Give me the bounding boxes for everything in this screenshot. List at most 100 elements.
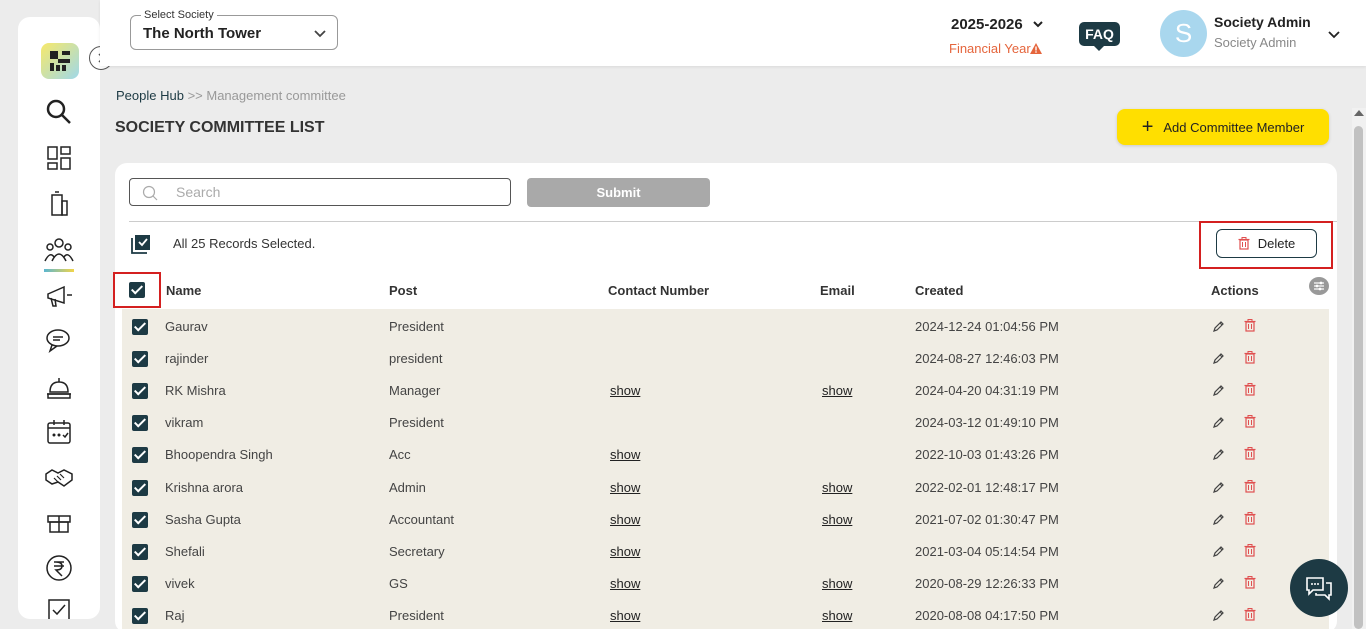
faq-button[interactable]: FAQ [1079, 22, 1120, 46]
chevron-down-icon[interactable] [1032, 18, 1044, 30]
chevron-down-icon [314, 30, 326, 38]
society-select[interactable]: Select Society The North Tower [130, 9, 338, 50]
search-icon [142, 185, 158, 201]
row-checkbox[interactable] [132, 576, 148, 592]
society-select-label: Select Society [141, 9, 217, 21]
rupee-icon[interactable] [42, 551, 76, 585]
search-icon[interactable] [42, 95, 76, 129]
financial-year-select[interactable]: 2025-2026 [951, 16, 1023, 33]
show-contact-link[interactable]: show [610, 576, 640, 591]
column-header-post[interactable]: Post [389, 283, 417, 298]
chat-support-button[interactable] [1290, 559, 1348, 617]
trash-icon[interactable] [1244, 544, 1256, 557]
show-contact-link[interactable]: show [610, 512, 640, 527]
show-contact-link[interactable]: show [610, 447, 640, 462]
trash-icon[interactable] [1244, 319, 1256, 332]
edit-pencil-icon[interactable] [1212, 513, 1225, 526]
chevron-down-icon[interactable] [1327, 27, 1341, 41]
search-field[interactable] [129, 178, 511, 206]
reception-bell-icon[interactable] [42, 370, 76, 404]
breadcrumb-root-link[interactable]: People Hub [116, 88, 184, 103]
row-checkbox[interactable] [132, 383, 148, 399]
add-committee-member-label: Add Committee Member [1163, 119, 1305, 135]
show-contact-link[interactable]: show [610, 383, 640, 398]
show-contact-link[interactable]: show [610, 544, 640, 559]
cell-created: 2020-08-08 04:17:50 PM [915, 608, 1059, 623]
row-checkbox[interactable] [132, 512, 148, 528]
building-icon[interactable] [42, 187, 76, 221]
cell-post: Admin [389, 480, 426, 495]
trash-icon[interactable] [1244, 480, 1256, 493]
cell-post: President [389, 608, 444, 623]
trash-icon[interactable] [1244, 576, 1256, 589]
row-checkbox[interactable] [132, 608, 148, 624]
chat-bubbles-icon[interactable] [42, 324, 76, 358]
cell-name: Sasha Gupta [165, 512, 241, 527]
show-email-link[interactable]: show [822, 608, 852, 623]
cell-post: president [389, 351, 443, 366]
divider [129, 221, 1337, 222]
row-checkbox[interactable] [132, 447, 148, 463]
sidebar [18, 17, 100, 619]
warning-icon [1030, 43, 1042, 54]
show-email-link[interactable]: show [822, 480, 852, 495]
row-checkbox[interactable] [132, 415, 148, 431]
add-committee-member-button[interactable]: + Add Committee Member [1117, 109, 1329, 145]
cell-created: 2020-08-29 12:26:33 PM [915, 576, 1059, 591]
megaphone-icon[interactable] [42, 279, 76, 313]
edit-pencil-icon[interactable] [1212, 545, 1225, 558]
row-checkbox[interactable] [132, 351, 148, 367]
show-email-link[interactable]: show [822, 576, 852, 591]
cell-post: GS [389, 576, 408, 591]
delete-button[interactable]: Delete [1216, 229, 1317, 258]
user-name[interactable]: Society Admin [1214, 14, 1311, 30]
show-contact-link[interactable]: show [610, 608, 640, 623]
edit-pencil-icon[interactable] [1212, 416, 1225, 429]
column-header-email[interactable]: Email [820, 283, 855, 298]
people-icon[interactable] [42, 233, 76, 267]
column-header-name[interactable]: Name [166, 283, 201, 298]
row-checkbox[interactable] [132, 480, 148, 496]
calendar-icon[interactable] [42, 415, 76, 449]
edit-pencil-icon[interactable] [1212, 481, 1225, 494]
show-email-link[interactable]: show [822, 383, 852, 398]
cell-post: President [389, 319, 444, 334]
handshake-icon[interactable] [42, 460, 76, 494]
cell-created: 2024-04-20 04:31:19 PM [915, 383, 1059, 398]
row-checkbox[interactable] [132, 544, 148, 560]
trash-icon[interactable] [1244, 415, 1256, 428]
edit-pencil-icon[interactable] [1212, 320, 1225, 333]
table-row: rajinder president 2024-08-27 12:46:03 PM [122, 341, 1329, 373]
page-title: SOCIETY COMMITTEE LIST [115, 119, 325, 136]
avatar[interactable]: S [1160, 10, 1207, 57]
select-all-icon[interactable] [131, 234, 151, 254]
plus-icon: + [1141, 116, 1154, 138]
trash-icon[interactable] [1244, 447, 1256, 460]
search-input[interactable] [176, 183, 496, 201]
show-email-link[interactable]: show [822, 512, 852, 527]
edit-pencil-icon[interactable] [1212, 352, 1225, 365]
trash-icon[interactable] [1244, 351, 1256, 364]
column-header-contact[interactable]: Contact Number [608, 283, 709, 298]
scroll-up-arrow[interactable] [1354, 110, 1364, 116]
show-contact-link[interactable]: show [610, 480, 640, 495]
select-all-checkbox[interactable] [129, 282, 145, 298]
cell-name: Shefali [165, 544, 205, 559]
dashboard-icon[interactable] [42, 141, 76, 175]
trash-icon[interactable] [1244, 608, 1256, 621]
trash-icon[interactable] [1244, 512, 1256, 525]
trash-icon[interactable] [1244, 383, 1256, 396]
cell-name: vikram [165, 415, 204, 430]
column-settings-icon[interactable] [1309, 277, 1329, 295]
gift-box-icon[interactable] [42, 505, 76, 539]
edit-pencil-icon[interactable] [1212, 384, 1225, 397]
edit-pencil-icon[interactable] [1212, 448, 1225, 461]
checklist-icon[interactable] [42, 593, 76, 619]
edit-pencil-icon[interactable] [1212, 609, 1225, 622]
app-logo[interactable] [41, 43, 79, 79]
scrollbar-thumb[interactable] [1354, 126, 1363, 629]
column-header-created[interactable]: Created [915, 283, 963, 298]
submit-button[interactable]: Submit [527, 178, 710, 207]
row-checkbox[interactable] [132, 319, 148, 335]
edit-pencil-icon[interactable] [1212, 577, 1225, 590]
